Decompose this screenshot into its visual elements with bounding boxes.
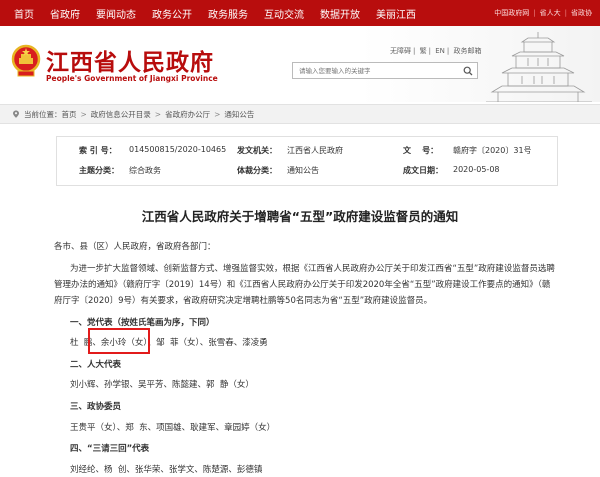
name-list: 王贵平（女）、郑 东、项国雄、耿建军、章园婷（女） [70,423,276,433]
highlight-box [88,328,150,354]
divider: | [533,9,536,17]
search-box [292,62,478,79]
nav-item-interact[interactable]: 互动交流 [264,6,304,21]
breadcrumb-separator: > [154,109,162,119]
article-greeting: 各市、县（区）人民政府，省政府各部门： [54,242,216,252]
meta-index-value: 014500815/2020-10465 [129,145,227,154]
divider: | [428,47,431,55]
meta-genre-value: 通知公告 [287,166,319,175]
meta-topic-value: 综合政务 [129,166,161,175]
article-paragraph-line: 为进一步扩大监督领域、创新监督方式、增强监督实效，根据《江西省人民政府办公厅关于… [70,264,555,274]
nav-item-service[interactable]: 政务服务 [208,6,248,21]
link-english[interactable]: EN [435,47,445,55]
nav-item-beauty[interactable]: 美丽江西 [376,6,416,21]
meta-date-label: 成文日期： [403,166,443,175]
meta-date-value: 2020-05-08 [453,165,500,174]
site-header: 江西省人民政府 People's Government of Jiangxi P… [0,26,600,102]
location-icon [13,110,19,118]
breadcrumb-label: 当前位置： [24,109,62,119]
nav-item-gov[interactable]: 省政府 [50,6,80,21]
meta-row: 主题分类： 综合政务 体裁分类： 通知公告 成文日期： 2020-05-08 [57,165,559,181]
meta-index-label: 索 引 号： [79,146,117,155]
section-heading: 四、“三请三回”代表 [70,444,150,454]
breadcrumb-item-home[interactable]: 首页 [62,109,77,120]
meta-docno-value: 赣府字〔2020〕31号 [453,146,532,155]
top-nav-items: 首页 省政府 要闻动态 政务公开 政务服务 互动交流 数据开放 美丽江西 [0,0,432,26]
utility-links: 无障碍 | 繁 | EN | 政务邮箱 [390,46,483,56]
divider: | [446,47,450,55]
section-heading: 三、政协委员 [70,402,122,412]
divider: | [564,9,567,17]
link-npc[interactable]: 省人大 [540,8,561,18]
breadcrumb-separator: > [80,109,87,119]
name-list: 刘经纶、杨 创、张华荣、张学文、陈楚源、彭德镇 [70,465,263,475]
name-list: 刘小辉、孙学银、吴平芳、陈懿建、郭 静（女） [70,380,254,390]
nav-item-data[interactable]: 数据开放 [320,6,360,21]
divider: | [413,47,416,55]
meta-genre-label: 体裁分类： [237,166,277,175]
meta-issuer-value: 江西省人民政府 [287,146,343,155]
article-paragraph-line: 府厅字〔2020〕9号）有关要求，省政府研究决定增聘杜鹏等50名同志为省“五型”… [54,296,433,306]
link-cppcc[interactable]: 省政协 [571,8,592,18]
nav-item-news[interactable]: 要闻动态 [96,6,136,21]
article-title: 江西省人民政府关于增聘省“五型”政府建设监督员的通知 [141,209,459,224]
search-icon [463,66,473,75]
section-heading: 一、党代表（按姓氏笔画为序，下同） [70,318,215,328]
meta-topic-label: 主题分类： [79,166,119,175]
link-accessibility[interactable]: 无障碍 [390,47,411,55]
meta-docno-label: 文 号： [403,146,439,155]
site-title[interactable]: 江西省人民政府 [46,43,214,77]
site-subtitle: People's Government of Jiangxi Province [46,74,218,83]
breadcrumb-item-office[interactable]: 省政府办公厅 [165,109,210,120]
document-meta-box: 索 引 号： 014500815/2020-10465 发文机关： 江西省人民政… [56,136,558,186]
section-heading: 二、人大代表 [70,360,122,370]
breadcrumb: 当前位置： 首页 > 政府信息公开目录 > 省政府办公厅 > 通知公告 [0,104,600,124]
top-nav: 首页 省政府 要闻动态 政务公开 政务服务 互动交流 数据开放 美丽江西 中国政… [0,0,600,26]
link-traditional[interactable]: 繁 [420,47,427,55]
pagoda-illustration [486,32,592,102]
breadcrumb-separator: > [214,109,221,119]
top-nav-right-links: 中国政府网 | 省人大 | 省政协 [490,0,592,26]
breadcrumb-item-catalog[interactable]: 政府信息公开目录 [91,109,151,120]
nav-item-open[interactable]: 政务公开 [152,6,192,21]
nav-item-home[interactable]: 首页 [14,6,34,21]
link-china-gov[interactable]: 中国政府网 [494,8,529,18]
breadcrumb-item-notice[interactable]: 通知公告 [224,109,254,120]
article-paragraph-line: 管理办法的通知》（赣府厅字〔2019〕14号）和《江西省人民政府办公厅关于印发2… [54,280,551,290]
meta-row: 索 引 号： 014500815/2020-10465 发文机关： 江西省人民政… [57,145,559,161]
meta-issuer-label: 发文机关： [237,146,277,155]
search-input[interactable] [293,63,457,78]
search-button[interactable] [459,63,477,78]
national-emblem-icon [11,44,41,77]
